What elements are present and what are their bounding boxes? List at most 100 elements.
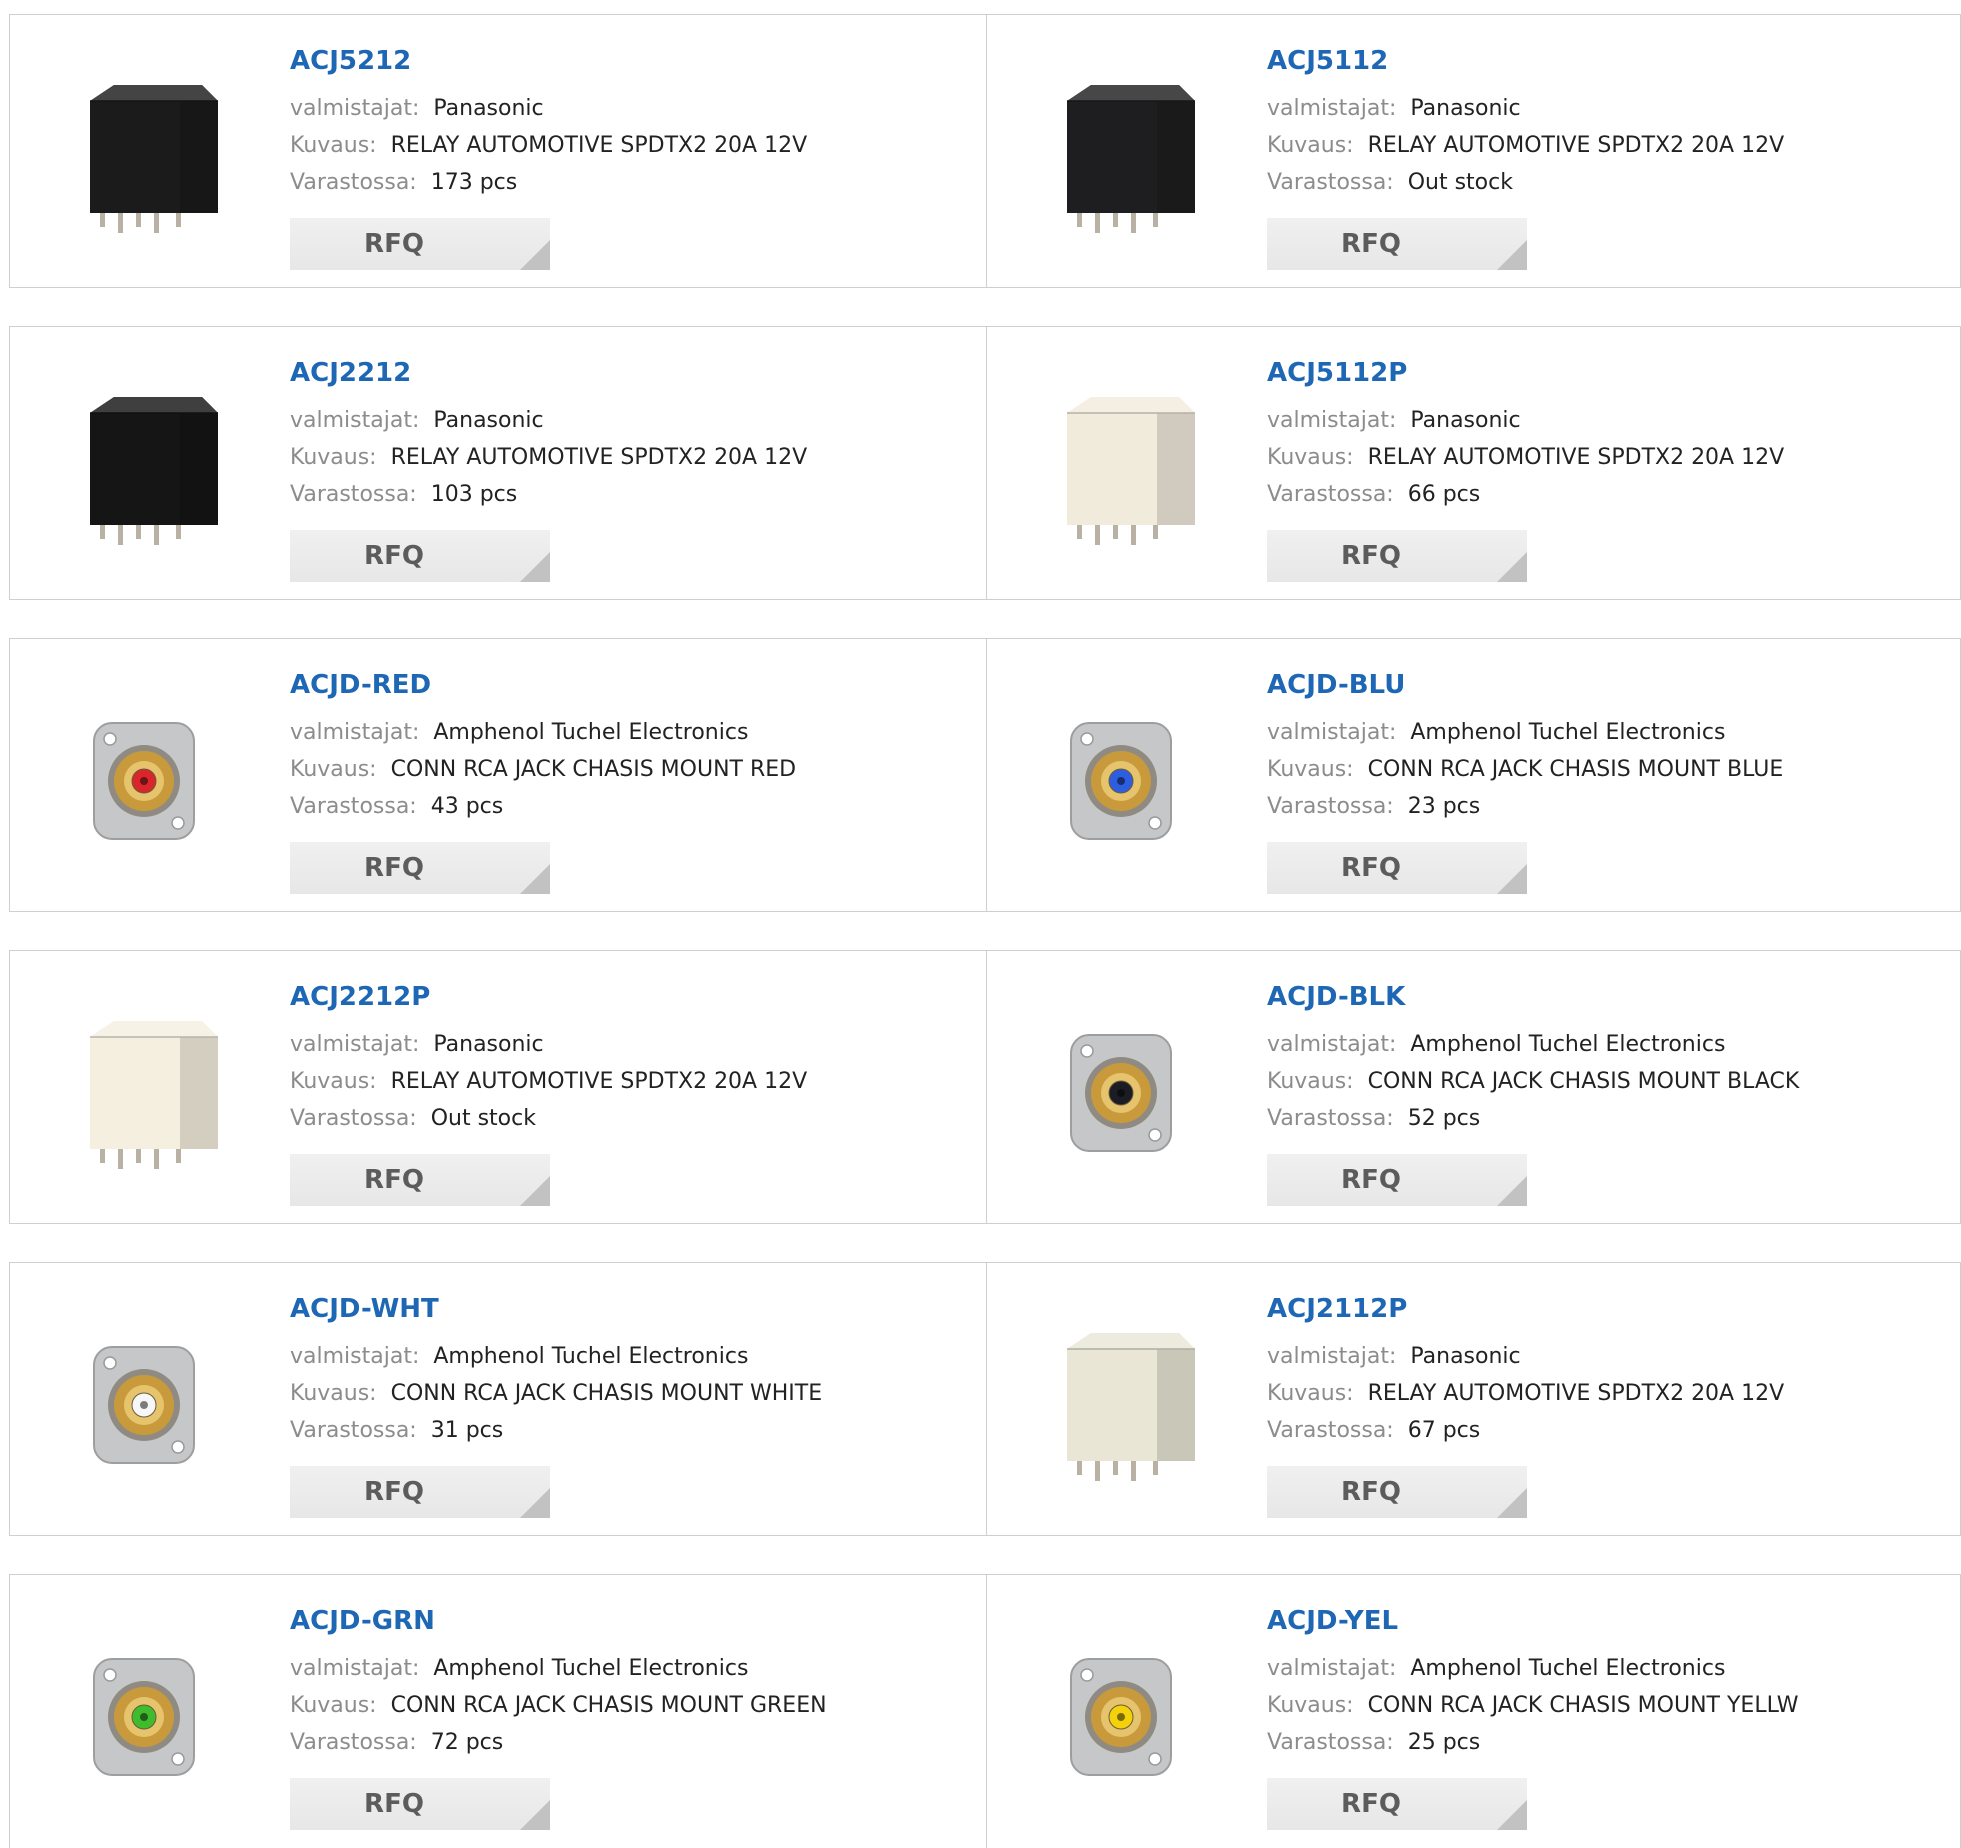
stock-row: Varastossa: 25 pcs bbox=[1267, 1724, 1799, 1761]
description-row: Kuvaus: RELAY AUTOMOTIVE SPDTX2 20A 12V bbox=[290, 1063, 807, 1100]
stock-value: 52 pcs bbox=[1407, 1106, 1481, 1131]
rfq-button[interactable]: RFQ bbox=[1267, 1154, 1527, 1206]
product-info: ACJD-BLK valmistajat: Amphenol Tuchel Ele… bbox=[1267, 979, 1799, 1137]
manufacturer-label: valmistajat: bbox=[290, 96, 420, 121]
manufacturer-value: Amphenol Tuchel Electronics bbox=[1410, 1656, 1726, 1681]
rfq-button[interactable]: RFQ bbox=[290, 842, 550, 894]
rfq-button[interactable]: RFQ bbox=[290, 1154, 550, 1206]
corner-triangle-icon bbox=[520, 240, 550, 270]
description-value: RELAY AUTOMOTIVE SPDTX2 20A 12V bbox=[390, 445, 808, 470]
product-info: ACJD-YEL valmistajat: Amphenol Tuchel Ele… bbox=[1267, 1603, 1799, 1761]
manufacturer-label: valmistajat: bbox=[1267, 1656, 1397, 1681]
product-row: ACJ2212P valmistajat: Panasonic Kuvaus: RE… bbox=[9, 950, 1961, 1224]
product-row: ACJD-RED valmistajat: Amphenol Tuchel Ele… bbox=[9, 638, 1961, 912]
product-card: ACJ5212 valmistajat: Panasonic Kuvaus: REL… bbox=[9, 14, 987, 288]
product-image[interactable] bbox=[1029, 55, 1229, 255]
rfq-button[interactable]: RFQ bbox=[1267, 530, 1527, 582]
manufacturer-row: valmistajat: Panasonic bbox=[290, 402, 807, 439]
description-row: Kuvaus: CONN RCA JACK CHASIS MOUNT WHITE bbox=[290, 1375, 822, 1412]
part-number-link[interactable]: ACJD-BLK bbox=[1267, 979, 1799, 1015]
rfq-label: RFQ bbox=[364, 229, 424, 259]
product-image[interactable] bbox=[1029, 991, 1229, 1191]
description-label: Kuvaus: bbox=[290, 133, 377, 158]
rfq-button[interactable]: RFQ bbox=[1267, 1778, 1527, 1830]
description-label: Kuvaus: bbox=[1267, 757, 1354, 782]
description-value: RELAY AUTOMOTIVE SPDTX2 20A 12V bbox=[1367, 445, 1785, 470]
description-value: CONN RCA JACK CHASIS MOUNT YELLW bbox=[1367, 1693, 1799, 1718]
product-info: ACJ5112 valmistajat: Panasonic Kuvaus: REL… bbox=[1267, 43, 1784, 201]
part-number-link[interactable]: ACJD-GRN bbox=[290, 1603, 827, 1639]
part-number-link[interactable]: ACJD-YEL bbox=[1267, 1603, 1799, 1639]
part-number-link[interactable]: ACJD-BLU bbox=[1267, 667, 1783, 703]
rca-jack-yellow-icon[interactable] bbox=[1029, 1615, 1229, 1815]
part-number-link[interactable]: ACJD-RED bbox=[290, 667, 796, 703]
manufacturer-value: Amphenol Tuchel Electronics bbox=[433, 720, 749, 745]
description-label: Kuvaus: bbox=[290, 1069, 377, 1094]
manufacturer-row: valmistajat: Panasonic bbox=[1267, 402, 1784, 439]
manufacturer-label: valmistajat: bbox=[1267, 1032, 1397, 1057]
product-image[interactable] bbox=[52, 991, 252, 1191]
stock-label: Varastossa: bbox=[290, 1418, 417, 1443]
corner-triangle-icon bbox=[1497, 1176, 1527, 1206]
relay-white-icon[interactable] bbox=[1029, 367, 1229, 567]
manufacturer-label: valmistajat: bbox=[290, 1032, 420, 1057]
relay-white-icon[interactable] bbox=[52, 991, 252, 1191]
product-image[interactable] bbox=[52, 1615, 252, 1815]
relay-black-icon[interactable] bbox=[1029, 55, 1229, 255]
rfq-button[interactable]: RFQ bbox=[290, 530, 550, 582]
part-number-link[interactable]: ACJ2212P bbox=[290, 979, 807, 1015]
product-image[interactable] bbox=[1029, 1303, 1229, 1503]
description-row: Kuvaus: CONN RCA JACK CHASIS MOUNT BLACK bbox=[1267, 1063, 1799, 1100]
stock-row: Varastossa: 66 pcs bbox=[1267, 476, 1784, 513]
product-card: ACJD-GRN valmistajat: Amphenol Tuchel Ele… bbox=[9, 1574, 987, 1848]
description-label: Kuvaus: bbox=[290, 757, 377, 782]
product-image[interactable] bbox=[52, 679, 252, 879]
rca-jack-red-icon[interactable] bbox=[52, 679, 252, 879]
part-number-link[interactable]: ACJ2112P bbox=[1267, 1291, 1784, 1327]
product-card: ACJ5112 valmistajat: Panasonic Kuvaus: REL… bbox=[987, 14, 1961, 288]
corner-triangle-icon bbox=[1497, 552, 1527, 582]
stock-value: 67 pcs bbox=[1407, 1418, 1481, 1443]
part-number-link[interactable]: ACJ5212 bbox=[290, 43, 807, 79]
rca-jack-white-icon[interactable] bbox=[52, 1303, 252, 1503]
rfq-button[interactable]: RFQ bbox=[1267, 1466, 1527, 1518]
product-row: ACJ5212 valmistajat: Panasonic Kuvaus: REL… bbox=[9, 14, 1961, 288]
product-image[interactable] bbox=[52, 367, 252, 567]
manufacturer-value: Amphenol Tuchel Electronics bbox=[433, 1656, 749, 1681]
rfq-button[interactable]: RFQ bbox=[1267, 842, 1527, 894]
manufacturer-value: Panasonic bbox=[433, 408, 544, 433]
product-info: ACJ2212P valmistajat: Panasonic Kuvaus: RE… bbox=[290, 979, 807, 1137]
description-row: Kuvaus: CONN RCA JACK CHASIS MOUNT RED bbox=[290, 751, 796, 788]
part-number-link[interactable]: ACJ2212 bbox=[290, 355, 807, 391]
product-info: ACJ5212 valmistajat: Panasonic Kuvaus: REL… bbox=[290, 43, 807, 201]
relay-white-icon[interactable] bbox=[1029, 1303, 1229, 1503]
product-image[interactable] bbox=[1029, 679, 1229, 879]
stock-row: Varastossa: 67 pcs bbox=[1267, 1412, 1784, 1449]
stock-value: 72 pcs bbox=[430, 1730, 504, 1755]
product-image[interactable] bbox=[1029, 367, 1229, 567]
part-number-link[interactable]: ACJ5112P bbox=[1267, 355, 1784, 391]
product-image[interactable] bbox=[1029, 1615, 1229, 1815]
description-row: Kuvaus: RELAY AUTOMOTIVE SPDTX2 20A 12V bbox=[1267, 127, 1784, 164]
manufacturer-value: Amphenol Tuchel Electronics bbox=[1410, 720, 1726, 745]
stock-row: Varastossa: 31 pcs bbox=[290, 1412, 822, 1449]
rfq-label: RFQ bbox=[1341, 1165, 1401, 1195]
product-image[interactable] bbox=[52, 1303, 252, 1503]
rfq-button[interactable]: RFQ bbox=[1267, 218, 1527, 270]
stock-row: Varastossa: 43 pcs bbox=[290, 788, 796, 825]
relay-black-icon[interactable] bbox=[52, 55, 252, 255]
manufacturer-label: valmistajat: bbox=[290, 408, 420, 433]
corner-triangle-icon bbox=[520, 1488, 550, 1518]
rca-jack-black-icon[interactable] bbox=[1029, 991, 1229, 1191]
part-number-link[interactable]: ACJ5112 bbox=[1267, 43, 1784, 79]
relay-black-icon[interactable] bbox=[52, 367, 252, 567]
product-image[interactable] bbox=[52, 55, 252, 255]
rfq-button[interactable]: RFQ bbox=[290, 218, 550, 270]
rfq-button[interactable]: RFQ bbox=[290, 1466, 550, 1518]
rca-jack-blue-icon[interactable] bbox=[1029, 679, 1229, 879]
product-card: ACJ2212P valmistajat: Panasonic Kuvaus: RE… bbox=[9, 950, 987, 1224]
rca-jack-green-icon[interactable] bbox=[52, 1615, 252, 1815]
part-number-link[interactable]: ACJD-WHT bbox=[290, 1291, 822, 1327]
rfq-button[interactable]: RFQ bbox=[290, 1778, 550, 1830]
description-label: Kuvaus: bbox=[290, 1381, 377, 1406]
